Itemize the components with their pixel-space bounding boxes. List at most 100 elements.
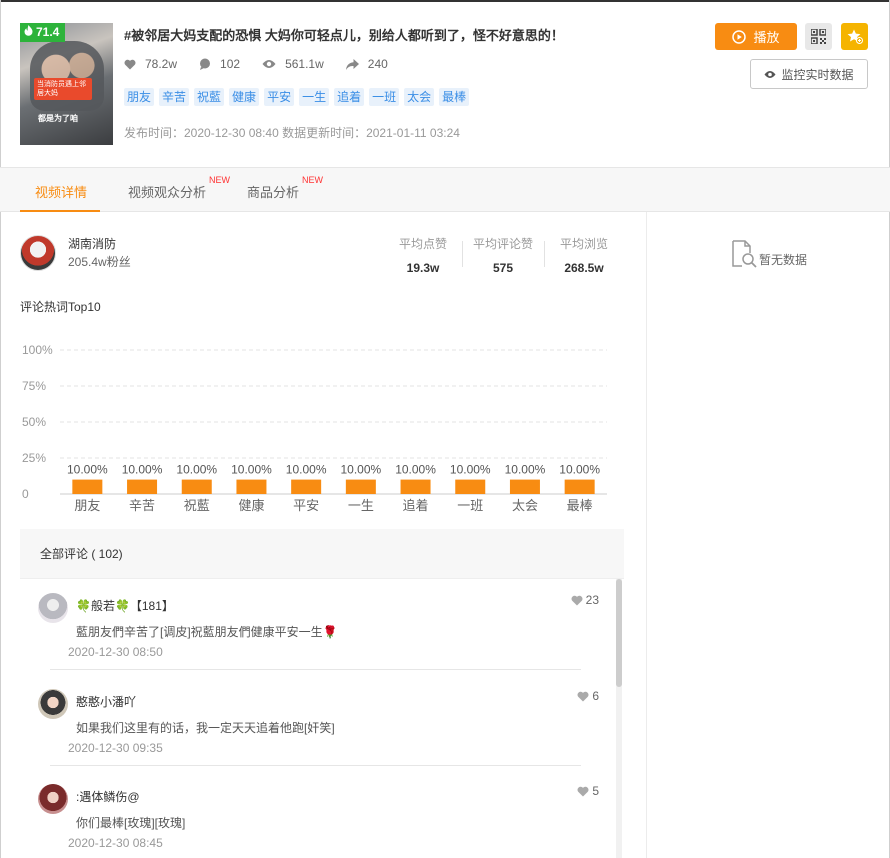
eye-icon xyxy=(262,59,285,69)
star-icon xyxy=(847,29,863,44)
bar xyxy=(291,479,322,494)
data-label: 10.00% xyxy=(67,463,108,477)
tag[interactable]: 太会 xyxy=(404,88,435,106)
play-button[interactable]: 播放 xyxy=(715,23,797,50)
shares-stat: 240 xyxy=(345,57,388,71)
document-search-icon xyxy=(731,240,759,268)
commenter-avatar[interactable] xyxy=(38,593,68,623)
x-tick-label: 朋友 xyxy=(74,498,100,513)
metric-value: 268.5w xyxy=(564,261,604,275)
no-data-text: 暂无数据 xyxy=(759,253,808,267)
tag[interactable]: 辛苦 xyxy=(159,88,190,106)
views-stat: 561.1w xyxy=(262,57,324,71)
tab-video-details[interactable]: 视频详情 xyxy=(35,182,87,201)
x-tick-label: 一生 xyxy=(348,498,374,513)
comments-panel: 全部评论 ( 102) 🍀般若🍀【181】 23 藍朋友們辛苦了[调皮]祝藍朋友… xyxy=(20,529,624,858)
comment-like-count: 23 xyxy=(585,593,599,607)
y-tick-label: 75% xyxy=(22,379,46,393)
thumbnail-image xyxy=(30,41,104,111)
data-label: 10.00% xyxy=(505,463,546,477)
comment-likes[interactable]: 6 xyxy=(577,689,599,703)
comments-stat: 102 xyxy=(199,57,240,71)
heart-icon xyxy=(577,786,592,797)
comment-divider xyxy=(50,669,581,670)
tag[interactable]: 健康 xyxy=(229,88,260,106)
x-tick-label: 祝藍 xyxy=(184,498,210,513)
comment-icon xyxy=(199,58,220,70)
likes-stat: 78.2w xyxy=(124,57,177,71)
flame-icon xyxy=(24,23,33,42)
data-label: 10.00% xyxy=(286,463,327,477)
comment-text: 藍朋友們辛苦了[调皮]祝藍朋友們健康平安一生🌹 xyxy=(76,625,338,639)
x-tick-label: 健康 xyxy=(238,498,264,513)
tab-product-analysis[interactable]: 商品分析 NEW xyxy=(247,175,323,201)
thumbnail-caption: 当消防员遇上邻居大妈 xyxy=(34,78,92,100)
tag[interactable]: 朋友 xyxy=(124,88,155,106)
comment-time: 2020-12-30 09:35 xyxy=(68,741,163,755)
qr-code-button[interactable] xyxy=(805,23,832,50)
commenter-name[interactable]: 🍀般若🍀【181】 xyxy=(76,597,174,614)
tag[interactable]: 追着 xyxy=(334,88,365,106)
video-stats: 78.2w 102 561.1w 240 xyxy=(124,57,410,71)
publish-dates: 发布时间：2020-12-30 08:40 数据更新时间：2021-01-11 … xyxy=(124,126,460,140)
column-divider xyxy=(646,212,647,858)
author-name[interactable]: 湖南消防 xyxy=(68,235,116,252)
video-title[interactable]: #被邻居大妈支配的恐惧 大妈你可轻点儿，别给人都听到了，怪不好意思的！ xyxy=(124,25,564,44)
data-label: 10.00% xyxy=(395,463,436,477)
y-tick-label: 100% xyxy=(22,343,53,357)
tab-audience-analysis[interactable]: 视频观众分析 NEW xyxy=(128,175,230,201)
heart-icon xyxy=(124,59,145,70)
commenter-name[interactable]: 憨憨小潘吖 xyxy=(76,693,136,710)
comment-likes[interactable]: 23 xyxy=(571,593,599,607)
comment-text: 如果我们这里有的话，我一定天天追着他跑[奸笑] xyxy=(76,721,335,735)
score-badge: 71.4 xyxy=(20,23,66,42)
metric-avg-likes: 平均点赞 19.3w xyxy=(396,235,450,275)
data-label: 10.00% xyxy=(450,463,491,477)
y-tick-label: 0 xyxy=(22,487,29,501)
comments-count: 102 xyxy=(220,57,241,71)
video-thumbnail[interactable]: 71.4 当消防员遇上邻居大妈 都是为了咱 xyxy=(20,23,113,145)
no-data-placeholder: 暂无数据 xyxy=(731,240,807,268)
metric-avg-comment-likes: 平均评论赞 575 xyxy=(472,235,534,275)
play-icon xyxy=(732,29,747,44)
y-tick-label: 25% xyxy=(22,451,46,465)
comment-divider xyxy=(50,765,581,766)
tag[interactable]: 一班 xyxy=(369,88,400,106)
monitor-realtime-button[interactable]: 监控实时数据 xyxy=(750,59,868,89)
bar xyxy=(72,479,103,494)
tag[interactable]: 最棒 xyxy=(439,88,470,106)
metric-label: 平均浏览 xyxy=(559,237,608,251)
tag[interactable]: 祝藍 xyxy=(194,88,225,106)
monitor-label: 监控实时数据 xyxy=(781,67,854,82)
x-tick-label: 平安 xyxy=(293,498,319,513)
commenter-avatar[interactable] xyxy=(38,689,68,719)
data-label: 10.00% xyxy=(231,463,272,477)
data-label: 10.00% xyxy=(559,463,600,477)
comments-header: 全部评论 ( 102) xyxy=(40,547,123,561)
comment-likes[interactable]: 5 xyxy=(577,784,599,798)
commenter-avatar[interactable] xyxy=(38,784,68,814)
commenter-name[interactable]: :遇体鳞伤@ xyxy=(76,788,140,805)
share-icon xyxy=(345,58,368,70)
tag[interactable]: 平安 xyxy=(264,88,295,106)
metric-value: 575 xyxy=(492,261,514,275)
metric-divider xyxy=(544,241,545,267)
x-tick-label: 辛苦 xyxy=(129,498,155,513)
tab-label: 视频详情 xyxy=(35,185,88,200)
data-label: 10.00% xyxy=(340,463,381,477)
views-count: 561.1w xyxy=(285,57,324,71)
favorite-button[interactable] xyxy=(841,23,868,50)
tab-label: 商品分析 xyxy=(247,185,300,200)
scrollbar-thumb[interactable] xyxy=(616,579,622,687)
author-avatar[interactable] xyxy=(20,235,56,271)
new-badge: NEW xyxy=(302,175,324,185)
comment-list[interactable]: 🍀般若🍀【181】 23 藍朋友們辛苦了[调皮]祝藍朋友們健康平安一生🌹 202… xyxy=(20,578,624,858)
hotword-bar-chart: 0 25% 50% 75% 100% 10.00% 朋友 10.00% 辛苦 10.00% 祝藍 10… xyxy=(22,343,607,513)
thumbnail-caption-bottom: 都是为了咱 xyxy=(38,114,78,123)
qr-code-icon xyxy=(811,29,826,44)
bar xyxy=(564,479,595,494)
data-label: 10.00% xyxy=(176,463,217,477)
chart-title: 评论热词Top10 xyxy=(20,300,101,314)
tag[interactable]: 一生 xyxy=(299,88,330,106)
metric-label: 平均点赞 xyxy=(398,237,447,251)
